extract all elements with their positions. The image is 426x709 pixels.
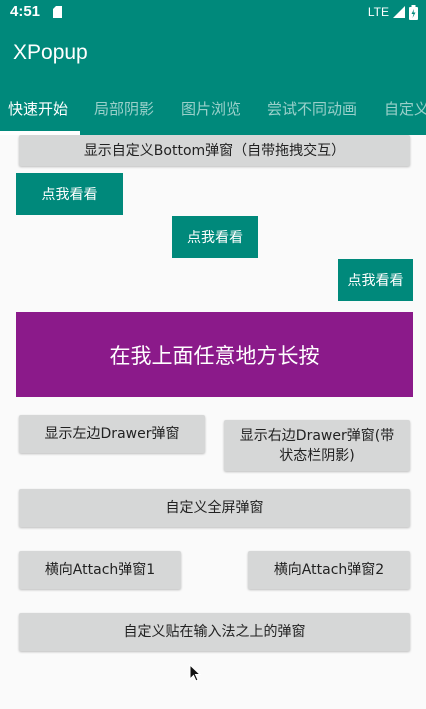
bottom-popup-button[interactable]: 显示自定义Bottom弹窗（自带拖拽交互）: [19, 135, 410, 166]
app-bar: XPopup: [0, 24, 426, 86]
fullscreen-popup-button[interactable]: 自定义全屏弹窗: [19, 489, 410, 527]
tab-image-viewer[interactable]: 图片浏览: [181, 86, 241, 135]
tab-partial-shadow[interactable]: 局部阴影: [94, 86, 154, 135]
status-bar: 4:51 LTE: [0, 0, 426, 24]
signal-icon: [393, 6, 405, 18]
status-indicators: LTE: [368, 4, 418, 20]
right-drawer-button[interactable]: 显示右边Drawer弹窗(带状态栏阴影): [224, 420, 410, 471]
content-area: 显示自定义Bottom弹窗（自带拖拽交互） 点我看看 点我看看 点我看看 在我上…: [0, 135, 426, 709]
long-press-area[interactable]: 在我上面任意地方长按: [16, 312, 413, 397]
network-type: LTE: [367, 5, 389, 19]
look-button-left[interactable]: 点我看看: [16, 173, 123, 215]
tab-animations[interactable]: 尝试不同动画: [267, 86, 357, 135]
status-time: 4:51: [10, 3, 41, 20]
input-popup-button[interactable]: 自定义贴在输入法之上的弹窗: [19, 613, 410, 651]
tab-bar: 快速开始 局部阴影 图片浏览 尝试不同动画 自定义: [0, 86, 426, 135]
left-drawer-button[interactable]: 显示左边Drawer弹窗: [19, 415, 205, 453]
battery-icon: [409, 4, 418, 20]
app-title: XPopup: [13, 41, 88, 64]
look-button-center[interactable]: 点我看看: [172, 216, 258, 258]
attach-popup-1-button[interactable]: 横向Attach弹窗1: [19, 551, 181, 589]
tab-custom[interactable]: 自定义: [384, 86, 426, 135]
look-button-right[interactable]: 点我看看: [338, 259, 413, 301]
tab-quick-start[interactable]: 快速开始: [8, 86, 68, 135]
mouse-cursor-icon: [189, 664, 201, 682]
sd-card-icon: [53, 6, 62, 18]
attach-popup-2-button[interactable]: 横向Attach弹窗2: [248, 551, 410, 589]
